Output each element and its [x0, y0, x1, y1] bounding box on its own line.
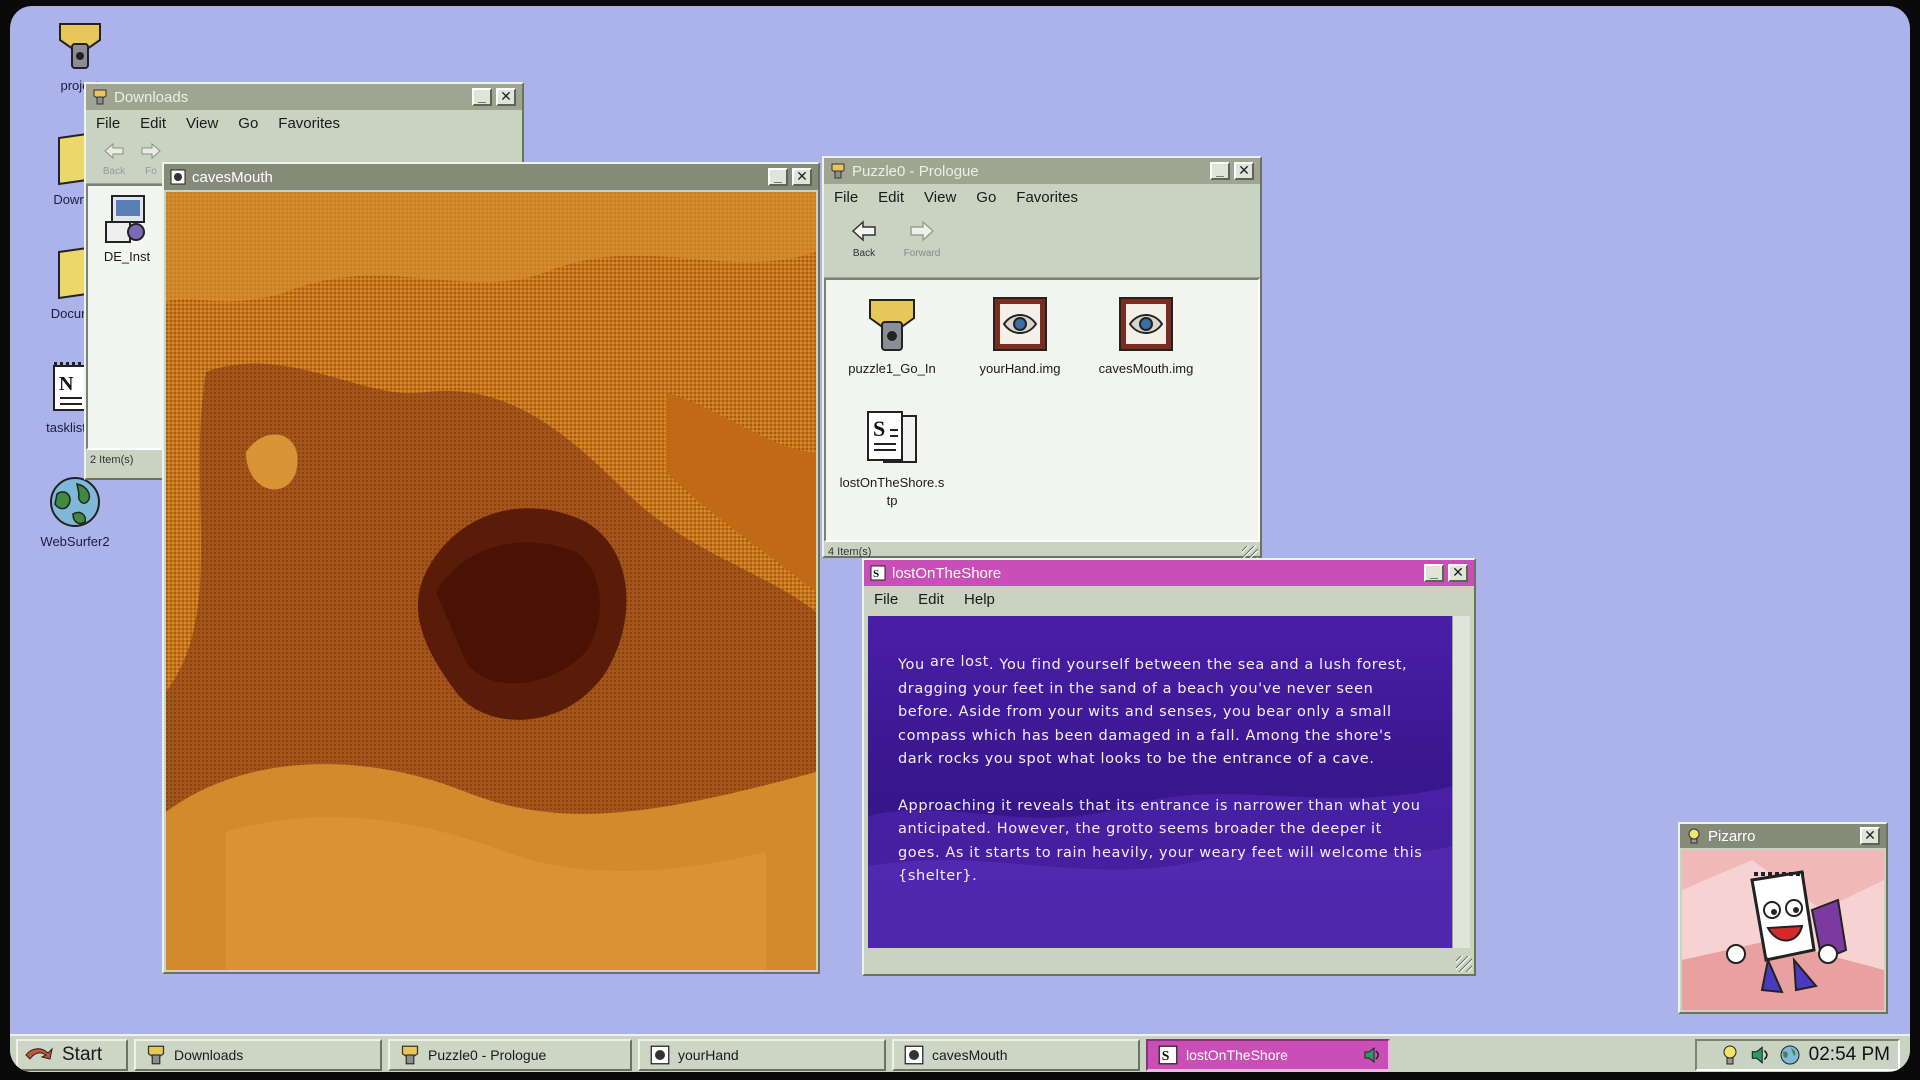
close-button[interactable]: ✕ [496, 88, 516, 106]
downloads-menubar: File Edit View Go Favorites [86, 110, 522, 136]
file-de-inst[interactable]: DE_Inst [92, 192, 162, 266]
svg-text:N: N [59, 373, 74, 395]
story-window[interactable]: S lostOnTheShore _ ✕ File Edit Help You … [862, 558, 1476, 976]
menu-help[interactable]: Help [964, 591, 995, 608]
vault-icon [92, 89, 108, 105]
taskbar-item-caves-mouth[interactable]: cavesMouth [892, 1039, 1140, 1071]
image-icon [904, 1045, 924, 1065]
prologue-title: Puzzle0 - Prologue [852, 162, 979, 180]
image-icon [650, 1045, 670, 1065]
menu-edit[interactable]: Edit [140, 115, 166, 132]
cave-picture [166, 192, 816, 970]
prologue-content: puzzle1_Go_In yourHand.img cavesMouth.im… [824, 278, 1260, 542]
story-file-icon: S [862, 408, 922, 470]
file-lost-on-the-shore[interactable]: S lostOnTheShore.s tp [832, 408, 952, 510]
caves-mouth-window[interactable]: cavesMouth _ ✕ [162, 162, 820, 974]
story-file-icon: S [1158, 1045, 1178, 1065]
volume-icon[interactable] [1749, 1044, 1771, 1066]
forward-button[interactable]: Forward [894, 220, 950, 259]
assistant-character [1682, 860, 1884, 1010]
pizarro-titlebar[interactable]: Pizarro ✕ [1680, 824, 1886, 848]
taskbar: Start Downloads Puzzle0 - Prologue yourH… [10, 1034, 1910, 1072]
pizarro-window[interactable]: Pizarro ✕ [1678, 822, 1888, 1014]
menu-favorites[interactable]: Favorites [1016, 189, 1078, 206]
vault-icon [830, 163, 846, 179]
pizarro-assistant[interactable] [1682, 850, 1884, 1010]
minimize-button[interactable]: _ [768, 168, 788, 186]
file-puzzle1-go-in[interactable]: puzzle1_Go_In [832, 294, 952, 378]
close-button[interactable]: ✕ [792, 168, 812, 186]
close-button[interactable]: ✕ [1448, 564, 1468, 582]
resize-grip[interactable] [1456, 956, 1472, 972]
menu-file[interactable]: File [834, 189, 858, 206]
taskbar-item-downloads[interactable]: Downloads [134, 1039, 382, 1071]
minimize-button[interactable]: _ [1424, 564, 1444, 582]
menu-favorites[interactable]: Favorites [278, 115, 340, 132]
arrow-left-icon [851, 220, 876, 242]
file-caves-mouth-img[interactable]: cavesMouth.img [1086, 294, 1206, 378]
taskbar-item-your-hand[interactable]: yourHand [638, 1039, 886, 1071]
story-titlebar[interactable]: S lostOnTheShore _ ✕ [864, 560, 1474, 586]
close-button[interactable]: ✕ [1234, 162, 1254, 180]
menu-file[interactable]: File [874, 591, 898, 608]
vault-icon [52, 18, 108, 74]
downloads-title: Downloads [114, 88, 189, 106]
prologue-window[interactable]: Puzzle0 - Prologue _ ✕ File Edit View Go… [822, 156, 1262, 562]
menu-view[interactable]: View [186, 115, 218, 132]
caves-title: cavesMouth [192, 168, 273, 186]
taskbar-item-lost-on-the-shore[interactable]: S lostOnTheShore [1146, 1039, 1390, 1071]
back-button[interactable]: Back [94, 142, 134, 177]
menu-go[interactable]: Go [976, 189, 996, 206]
minimize-button[interactable]: _ [1210, 162, 1230, 180]
menu-file[interactable]: File [96, 115, 120, 132]
svg-text:S: S [873, 416, 885, 441]
cave-image [166, 192, 816, 970]
clock[interactable]: 02:54 PM [1809, 1044, 1890, 1066]
vault-icon [862, 294, 922, 356]
globe-icon [47, 474, 103, 530]
story-paragraph-2: Approaching it reveals that its entrance… [898, 797, 1423, 885]
menu-view[interactable]: View [924, 189, 956, 206]
back-button[interactable]: Back [836, 220, 892, 259]
minimize-button[interactable]: _ [472, 88, 492, 106]
story-text-area[interactable]: You are lost. You find yourself between … [868, 616, 1454, 948]
story-scrollbar[interactable] [1452, 616, 1470, 948]
prologue-menubar: File Edit View Go Favorites [824, 184, 1260, 210]
svg-text:S: S [873, 568, 879, 580]
close-button[interactable]: ✕ [1860, 827, 1880, 845]
arrow-right-icon [910, 220, 935, 242]
speaker-icon[interactable] [1362, 1045, 1382, 1065]
story-title: lostOnTheShore [892, 564, 1002, 582]
menu-go[interactable]: Go [238, 115, 258, 132]
svg-text:S: S [1162, 1048, 1170, 1063]
prologue-titlebar[interactable]: Puzzle0 - Prologue _ ✕ [824, 158, 1260, 184]
image-file-icon [990, 294, 1050, 356]
caves-titlebar[interactable]: cavesMouth _ ✕ [164, 164, 818, 190]
arrow-left-icon [104, 142, 124, 160]
menu-edit[interactable]: Edit [918, 591, 944, 608]
system-tray: 02:54 PM [1695, 1039, 1900, 1071]
network-globe-icon[interactable] [1779, 1044, 1801, 1066]
story-menubar: File Edit Help [864, 586, 1474, 612]
image-file-icon [1116, 294, 1176, 356]
story-file-icon: S [870, 565, 886, 581]
start-logo-icon [24, 1045, 54, 1065]
desktop-icon-websurfer[interactable]: WebSurfer2 [25, 474, 125, 549]
vault-icon [400, 1045, 420, 1065]
lightbulb-icon[interactable] [1719, 1044, 1741, 1066]
desktop: project Downlo Docume N tasklist.r WebSu… [10, 6, 1910, 1072]
file-your-hand-img[interactable]: yourHand.img [960, 294, 1080, 378]
installer-icon [104, 192, 150, 244]
image-icon [170, 169, 186, 185]
start-button[interactable]: Start [16, 1039, 128, 1071]
taskbar-item-prologue[interactable]: Puzzle0 - Prologue [388, 1039, 632, 1071]
downloads-titlebar[interactable]: Downloads _ ✕ [86, 84, 522, 110]
prologue-navbar: Back Forward [824, 210, 1260, 278]
menu-edit[interactable]: Edit [878, 189, 904, 206]
pizarro-title: Pizarro [1708, 827, 1756, 845]
lightbulb-icon [1686, 828, 1702, 844]
arrow-right-icon [141, 142, 161, 160]
vault-icon [146, 1045, 166, 1065]
story-paragraph-1: You are lost. You find yourself between … [898, 654, 1408, 767]
